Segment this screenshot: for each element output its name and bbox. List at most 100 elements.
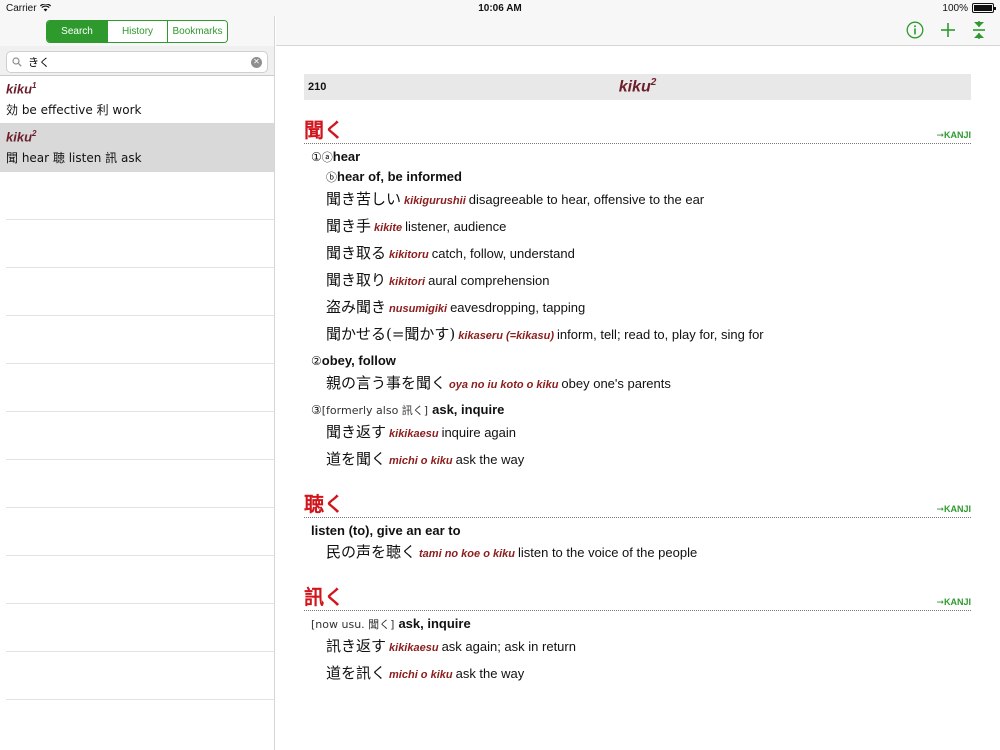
usage-note: [formerly also 訊く]: [321, 404, 429, 417]
example-romaji: michi o kiku: [389, 669, 453, 681]
example-romaji: tami no koe o kiku: [419, 548, 515, 560]
results-list: kiku1 効 be effective 利 work kiku2 聞 hear…: [0, 76, 274, 172]
magnifier-icon: [12, 57, 22, 67]
sense-definition: hear of, be informed: [337, 169, 462, 184]
entry-section: 聴く ➞KANJI listen (to), give an ear to 民の声を聴…: [304, 492, 971, 567]
usage-note: [now usu. 聞く]: [311, 618, 395, 631]
example-romaji: kikitoru: [389, 249, 429, 261]
example-japanese: 民の声を聴く: [326, 543, 417, 561]
example-line: 民の声を聴く tami no koe o kiku listen to the vo…: [326, 540, 971, 567]
example-japanese: 親の言う事を聞く: [326, 374, 447, 392]
empty-rows: [0, 172, 274, 700]
tab-bookmarks[interactable]: Bookmarks: [167, 21, 227, 42]
empty-list-row: [6, 412, 274, 460]
collapse-icon[interactable]: [972, 21, 986, 39]
example-japanese: 聞き取り: [326, 271, 387, 289]
section-header: 聞く ➞KANJI: [304, 118, 971, 144]
example-japanese: 道を聞く: [326, 450, 387, 468]
detail-navbar: [276, 16, 1000, 46]
sense-number: ③: [311, 403, 322, 417]
segmented-control: Search History Bookmarks: [46, 20, 228, 43]
search-field-container: ✕: [6, 51, 268, 73]
empty-list-row: [6, 556, 274, 604]
example-english: listener, audience: [405, 219, 507, 234]
sidebar: Search History Bookmarks ✕ kiku1 効 be ef…: [0, 16, 275, 750]
example-romaji: kikikaesu: [389, 428, 439, 440]
empty-list-row: [6, 364, 274, 412]
example-english: ask the way: [455, 666, 525, 681]
sense-definition: listen (to), give an ear to: [311, 523, 461, 538]
example-japanese: 聞き取る: [326, 244, 387, 262]
kanji-heading: 訊く: [304, 585, 344, 609]
example-japanese: 道を訊く: [326, 664, 387, 682]
example-romaji: kikigurushii: [404, 195, 466, 207]
search-input[interactable]: [28, 55, 251, 69]
example-english: listen to the voice of the people: [517, 545, 698, 560]
example-line: 道を訊く michi o kiku ask the way: [326, 661, 971, 688]
kanji-link[interactable]: ➞KANJI: [936, 130, 971, 141]
example-english: inform, tell; read to, play for, sing fo…: [556, 327, 764, 342]
kanji-heading: 聞く: [304, 118, 344, 142]
sub-sense-marker: ⓑ: [326, 171, 337, 184]
example-japanese: 聞き返す: [326, 423, 387, 441]
sense-number: ②: [311, 354, 322, 368]
result-word: kiku2: [6, 129, 37, 145]
example-romaji: kikitori: [389, 276, 426, 288]
sense-line: ⓑhear of, be informed: [326, 167, 971, 187]
battery-percent: 100%: [942, 2, 968, 14]
example-line: 訊き返す kikikaesu ask again; ask in return: [326, 634, 971, 661]
entry-headword: kiku2: [618, 77, 657, 96]
result-gloss: 効 be effective 利 work: [6, 103, 142, 118]
info-icon[interactable]: [906, 21, 924, 39]
section-header: 聴く ➞KANJI: [304, 492, 971, 518]
empty-list-row: [6, 652, 274, 700]
status-bar: Carrier 10:06 AM 100%: [0, 0, 1000, 16]
example-line: 聞き取り kikitori aural comprehension: [326, 268, 971, 295]
sense-definition: obey, follow: [321, 353, 396, 368]
example-line: 聞き手 kikite listener, audience: [326, 214, 971, 241]
empty-list-row: [6, 268, 274, 316]
entry-content: 210 kiku2 聞く ➞KANJI ①ⓐhear ⓑhear of, be inf…: [276, 74, 1000, 688]
sub-sense-marker: ⓐ: [321, 151, 333, 164]
example-japanese: 盗み聞き: [326, 298, 387, 316]
example-japanese: 聞き手: [326, 217, 372, 235]
example-line: 道を聞く michi o kiku ask the way: [326, 447, 971, 474]
kanji-link[interactable]: ➞KANJI: [936, 504, 971, 515]
sense-line: ②obey, follow: [311, 351, 971, 371]
empty-list-row: [6, 316, 274, 364]
kanji-link[interactable]: ➞KANJI: [936, 597, 971, 608]
empty-list-row: [6, 460, 274, 508]
example-line: 聞き苦しい kikigurushii disagreeable to hear, o…: [326, 187, 971, 214]
example-romaji: nusumigiki: [389, 303, 448, 315]
tab-search[interactable]: Search: [47, 21, 107, 42]
clear-icon[interactable]: ✕: [251, 56, 262, 68]
example-romaji: kikite: [374, 222, 403, 234]
example-line: 盗み聞き nusumigiki eavesdropping, tapping: [326, 295, 971, 322]
example-line: 聞かせる(=聞かす) kikaseru (=kikasu) inform, tell…: [326, 322, 971, 349]
sense-line: ③[formerly also 訊く] ask, inquire: [311, 400, 971, 420]
example-japanese: 聞き苦しい: [326, 190, 402, 208]
section-header: 訊く ➞KANJI: [304, 585, 971, 611]
result-word: kiku1: [6, 81, 37, 97]
sidebar-navbar: Search History Bookmarks: [0, 16, 274, 46]
detail-pane: 210 kiku2 聞く ➞KANJI ①ⓐhear ⓑhear of, be inf…: [276, 16, 1000, 750]
example-line: 聞き返す kikikaesu inquire again: [326, 420, 971, 447]
sense-definition: hear: [332, 149, 361, 164]
battery-icon: [971, 3, 996, 13]
example-line: 親の言う事を聞く oya no iu koto o kiku obey one's …: [326, 371, 971, 398]
list-item[interactable]: kiku1 効 be effective 利 work: [0, 76, 274, 124]
example-english: eavesdropping, tapping: [450, 300, 586, 315]
example-english: ask the way: [455, 452, 525, 467]
carrier-label: Carrier: [6, 2, 37, 14]
example-english: catch, follow, understand: [431, 246, 575, 261]
empty-list-row: [6, 508, 274, 556]
example-line: 聞き取る kikitoru catch, follow, understand: [326, 241, 971, 268]
tab-history[interactable]: History: [107, 21, 167, 42]
result-gloss: 聞 hear 聴 listen 訊 ask: [6, 151, 142, 166]
plus-icon[interactable]: [940, 22, 956, 38]
example-romaji: kikikaesu: [389, 642, 439, 654]
sense-line: ①ⓐhear: [311, 147, 971, 167]
sense-definition: ask, inquire: [398, 616, 471, 631]
example-romaji: oya no iu koto o kiku: [449, 379, 559, 391]
list-item[interactable]: kiku2 聞 hear 聴 listen 訊 ask: [0, 124, 274, 172]
